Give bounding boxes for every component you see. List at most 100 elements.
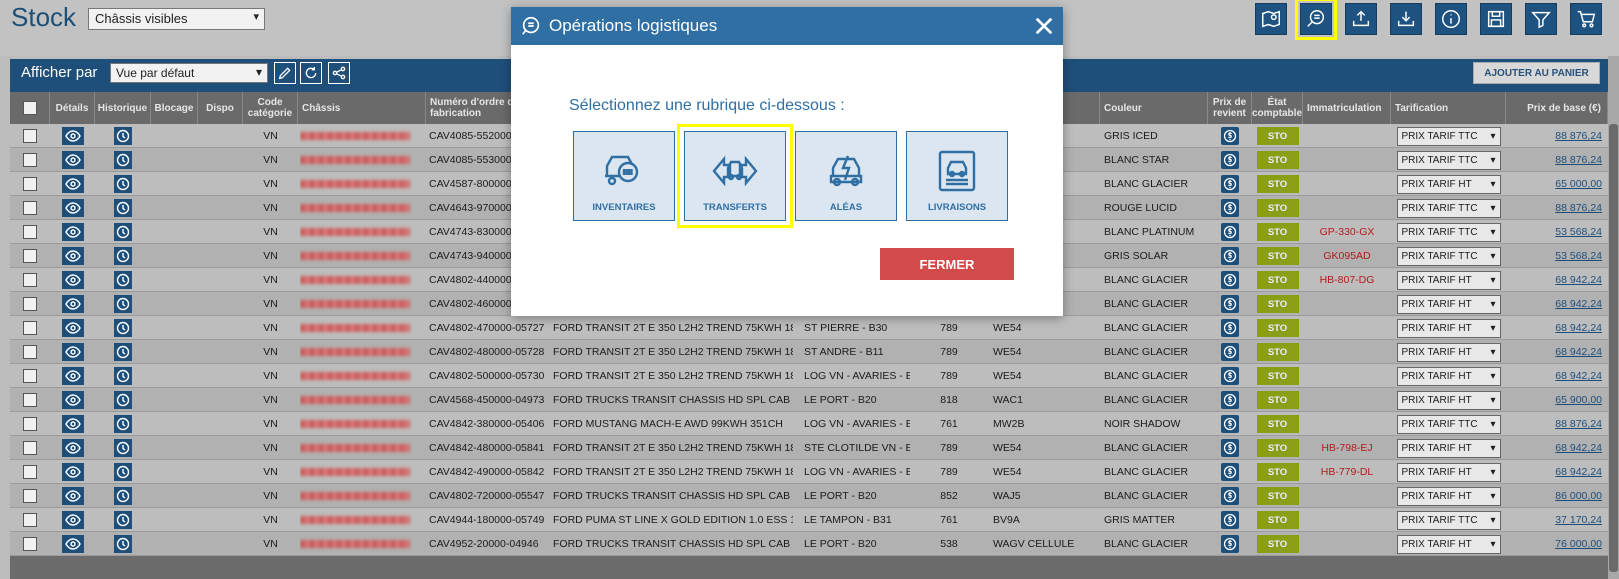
table-row[interactable]: VN CAV4802-500000-05730 FORD TRANSIT 2T E … [10, 364, 1608, 388]
share-view-button[interactable] [328, 62, 350, 84]
col-historique[interactable]: Historique [95, 92, 151, 124]
eye-icon[interactable] [61, 223, 84, 241]
row-checkbox[interactable] [23, 513, 37, 527]
dollar-icon[interactable] [1221, 127, 1239, 145]
history-clock-icon[interactable] [114, 151, 132, 169]
cart-button[interactable] [1570, 3, 1602, 35]
history-clock-icon[interactable] [114, 391, 132, 409]
history-clock-icon[interactable] [114, 319, 132, 337]
dollar-icon[interactable] [1221, 271, 1239, 289]
dollar-icon[interactable] [1221, 391, 1239, 409]
row-checkbox[interactable] [23, 129, 37, 143]
table-row[interactable]: VN CAV4568-450000-04973 FORD TRUCKS TRANSI… [10, 388, 1608, 412]
col-code-categorie[interactable]: Code catégorie [243, 92, 298, 124]
prix-base-link[interactable]: 86 000,00 [1555, 490, 1602, 502]
row-checkbox[interactable] [23, 201, 37, 215]
dollar-icon[interactable] [1221, 415, 1239, 433]
row-checkbox[interactable] [23, 345, 37, 359]
info-button[interactable] [1435, 3, 1467, 35]
save-button[interactable] [1480, 3, 1512, 35]
dollar-icon[interactable] [1221, 343, 1239, 361]
prix-base-link[interactable]: 37 170,24 [1555, 514, 1602, 526]
tarif-select[interactable]: PRIX TARIF HT ▾ [1396, 534, 1501, 554]
prix-base-link[interactable]: 88 876,24 [1555, 154, 1602, 166]
history-clock-icon[interactable] [114, 511, 132, 529]
eye-icon[interactable] [61, 175, 84, 193]
col-tarification[interactable]: Tarification [1391, 92, 1506, 124]
table-row[interactable]: VN CAV4842-490000-05842 FORD TRANSIT 2T E … [10, 460, 1608, 484]
tarif-select[interactable]: PRIX TARIF HT ▾ [1396, 438, 1501, 458]
prix-base-link[interactable]: 68 942,24 [1555, 322, 1602, 334]
prix-base-link[interactable]: 65 900,00 [1555, 394, 1602, 406]
view-select[interactable]: Vue par défaut ▾ [110, 63, 268, 83]
col-prix-base[interactable]: Prix de base (€) [1506, 92, 1608, 124]
row-checkbox[interactable] [23, 369, 37, 383]
prix-base-link[interactable]: 68 942,24 [1555, 274, 1602, 286]
dollar-icon[interactable] [1221, 151, 1239, 169]
tarif-select[interactable]: PRIX TARIF TTC ▾ [1396, 126, 1501, 146]
row-checkbox[interactable] [23, 441, 37, 455]
dollar-icon[interactable] [1221, 463, 1239, 481]
prix-base-link[interactable]: 88 876,24 [1555, 202, 1602, 214]
dollar-icon[interactable] [1221, 175, 1239, 193]
eye-icon[interactable] [61, 439, 84, 457]
table-row[interactable]: VN CAV4842-480000-05841 FORD TRANSIT 2T E … [10, 436, 1608, 460]
aleas-card[interactable]: ALÉAS [795, 131, 897, 221]
chassis-filter-select[interactable]: Châssis visibles ▾ [88, 8, 265, 30]
prix-base-link[interactable]: 68 942,24 [1555, 370, 1602, 382]
history-clock-icon[interactable] [114, 247, 132, 265]
table-row[interactable]: VN CAV4802-480000-05728 FORD TRANSIT 2T E … [10, 340, 1608, 364]
export-button[interactable] [1345, 3, 1377, 35]
map-button[interactable] [1255, 3, 1287, 35]
import-button[interactable] [1390, 3, 1422, 35]
livraisons-card[interactable]: LIVRAISONS [906, 131, 1008, 221]
col-dispo[interactable]: Dispo [198, 92, 243, 124]
table-row[interactable]: VN CAV4944-180000-05749 FORD PUMA ST LINE … [10, 508, 1608, 532]
table-row[interactable]: VN CAV4842-380000-05406 FORD MUSTANG MACH-… [10, 412, 1608, 436]
logistics-operations-button[interactable] [1295, 0, 1337, 40]
edit-view-button[interactable] [274, 62, 296, 84]
row-checkbox[interactable] [23, 273, 37, 287]
prix-base-link[interactable]: 88 876,24 [1555, 418, 1602, 430]
history-clock-icon[interactable] [114, 415, 132, 433]
history-clock-icon[interactable] [114, 487, 132, 505]
row-checkbox[interactable] [23, 489, 37, 503]
prix-base-link[interactable]: 68 942,24 [1555, 298, 1602, 310]
prix-base-link[interactable]: 76 000,00 [1555, 538, 1602, 550]
prix-base-link[interactable]: 68 942,24 [1555, 346, 1602, 358]
tarif-select[interactable]: PRIX TARIF TTC ▾ [1396, 414, 1501, 434]
eye-icon[interactable] [61, 199, 84, 217]
prix-base-link[interactable]: 68 942,24 [1555, 466, 1602, 478]
eye-icon[interactable] [61, 391, 84, 409]
history-clock-icon[interactable] [114, 463, 132, 481]
tarif-select[interactable]: PRIX TARIF TTC ▾ [1396, 510, 1501, 530]
inventaires-card[interactable]: INVENTAIRES [573, 131, 675, 221]
tarif-select[interactable]: PRIX TARIF HT ▾ [1396, 366, 1501, 386]
table-row[interactable]: VN CAV4952-20000-04946 FORD TRUCKS TRANSIT… [10, 532, 1608, 556]
table-row[interactable]: VN CAV4802-470000-05727 FORD TRANSIT 2T E … [10, 316, 1608, 340]
col-prix-revient[interactable]: Prix de revient [1208, 92, 1252, 124]
eye-icon[interactable] [61, 415, 84, 433]
tarif-select[interactable]: PRIX TARIF HT ▾ [1396, 174, 1501, 194]
eye-icon[interactable] [61, 319, 84, 337]
eye-icon[interactable] [61, 247, 84, 265]
tarif-select[interactable]: PRIX TARIF TTC ▾ [1396, 246, 1501, 266]
add-to-cart-button[interactable]: AJOUTER AU PANIER [1473, 62, 1600, 84]
tarif-select[interactable]: PRIX TARIF TTC ▾ [1396, 222, 1501, 242]
tarif-select[interactable]: PRIX TARIF HT ▾ [1396, 318, 1501, 338]
col-etat-comptable[interactable]: État comptable [1252, 92, 1303, 124]
prix-base-link[interactable]: 88 876,24 [1555, 130, 1602, 142]
row-checkbox[interactable] [23, 225, 37, 239]
row-checkbox[interactable] [23, 249, 37, 263]
row-checkbox[interactable] [23, 465, 37, 479]
eye-icon[interactable] [61, 511, 84, 529]
eye-icon[interactable] [61, 343, 84, 361]
row-checkbox[interactable] [23, 153, 37, 167]
eye-icon[interactable] [61, 463, 84, 481]
history-clock-icon[interactable] [114, 535, 132, 553]
transferts-card[interactable]: TRANSFERTS [677, 124, 793, 228]
filter-button[interactable] [1525, 3, 1557, 35]
dollar-icon[interactable] [1221, 199, 1239, 217]
tarif-select[interactable]: PRIX TARIF HT ▾ [1396, 342, 1501, 362]
history-clock-icon[interactable] [114, 439, 132, 457]
